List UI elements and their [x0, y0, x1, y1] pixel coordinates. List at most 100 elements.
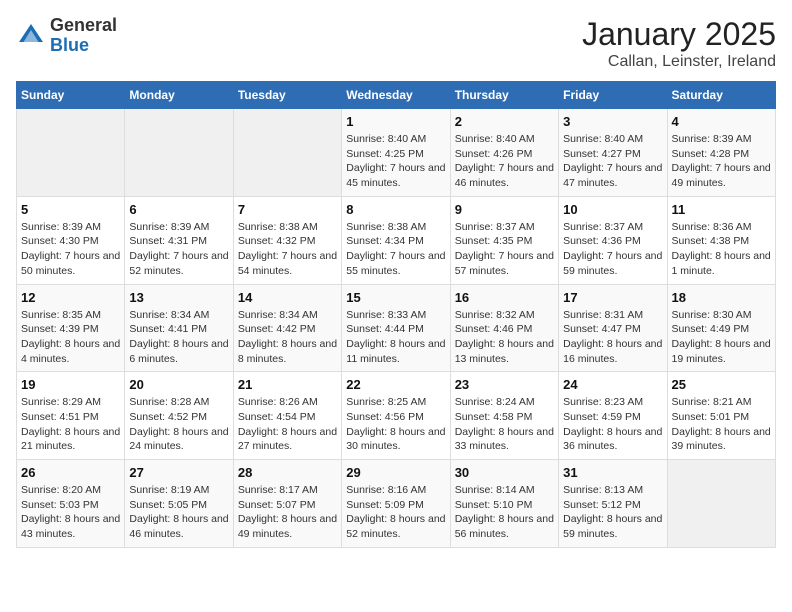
day-number: 23: [455, 377, 554, 392]
day-info: Sunrise: 8:40 AM: [346, 132, 445, 147]
day-info: Sunrise: 8:32 AM: [455, 308, 554, 323]
day-info: Sunrise: 8:40 AM: [455, 132, 554, 147]
day-info: Daylight: 8 hours and 30 minutes.: [346, 425, 445, 454]
day-info: Sunrise: 8:39 AM: [21, 220, 120, 235]
day-info: Sunrise: 8:19 AM: [129, 483, 228, 498]
day-info: Sunrise: 8:17 AM: [238, 483, 337, 498]
day-of-week-header: Wednesday: [342, 82, 450, 109]
day-info: Sunset: 5:12 PM: [563, 498, 662, 513]
day-info: Sunrise: 8:25 AM: [346, 395, 445, 410]
day-info: Daylight: 7 hours and 46 minutes.: [455, 161, 554, 190]
calendar-cell: 16Sunrise: 8:32 AMSunset: 4:46 PMDayligh…: [450, 284, 558, 372]
day-number: 29: [346, 465, 445, 480]
calendar-cell: 26Sunrise: 8:20 AMSunset: 5:03 PMDayligh…: [17, 460, 125, 548]
logo-general-text: General: [50, 15, 117, 35]
day-info: Sunset: 5:10 PM: [455, 498, 554, 513]
day-of-week-header: Saturday: [667, 82, 775, 109]
day-info: Daylight: 8 hours and 4 minutes.: [21, 337, 120, 366]
day-info: Sunrise: 8:28 AM: [129, 395, 228, 410]
day-info: Daylight: 8 hours and 27 minutes.: [238, 425, 337, 454]
day-number: 27: [129, 465, 228, 480]
day-info: Sunset: 4:42 PM: [238, 322, 337, 337]
day-info: Daylight: 7 hours and 52 minutes.: [129, 249, 228, 278]
day-info: Sunrise: 8:37 AM: [563, 220, 662, 235]
day-info: Daylight: 8 hours and 36 minutes.: [563, 425, 662, 454]
day-info: Sunset: 4:58 PM: [455, 410, 554, 425]
day-number: 5: [21, 202, 120, 217]
calendar-week-row: 26Sunrise: 8:20 AMSunset: 5:03 PMDayligh…: [17, 460, 776, 548]
day-info: Daylight: 8 hours and 8 minutes.: [238, 337, 337, 366]
day-info: Daylight: 8 hours and 43 minutes.: [21, 512, 120, 541]
day-info: Sunset: 4:44 PM: [346, 322, 445, 337]
calendar-cell: 23 Sunrise: 8:24 AMSunset: 4:58 PMDayligh…: [450, 372, 558, 460]
day-info: Daylight: 7 hours and 55 minutes.: [346, 249, 445, 278]
day-info: Sunset: 4:59 PM: [563, 410, 662, 425]
day-info: Sunset: 4:39 PM: [21, 322, 120, 337]
day-info: Daylight: 7 hours and 47 minutes.: [563, 161, 662, 190]
day-info: Sunset: 4:31 PM: [129, 234, 228, 249]
calendar-cell: 1 Sunrise: 8:40 AMSunset: 4:25 PMDaylight…: [342, 109, 450, 197]
logo: General Blue: [16, 16, 117, 56]
calendar-cell: 31Sunrise: 8:13 AMSunset: 5:12 PMDayligh…: [559, 460, 667, 548]
calendar-cell: 7Sunrise: 8:38 AMSunset: 4:32 PMDaylight…: [233, 196, 341, 284]
day-info: Daylight: 7 hours and 54 minutes.: [238, 249, 337, 278]
calendar-week-row: 5Sunrise: 8:39 AMSunset: 4:30 PMDaylight…: [17, 196, 776, 284]
calendar-cell: [233, 109, 341, 197]
calendar-cell: 29Sunrise: 8:16 AMSunset: 5:09 PMDayligh…: [342, 460, 450, 548]
calendar-cell: [667, 460, 775, 548]
day-info: Sunrise: 8:37 AM: [455, 220, 554, 235]
day-number: 19: [21, 377, 120, 392]
day-info: Sunrise: 8:24 AM: [455, 395, 554, 410]
calendar-cell: 14Sunrise: 8:34 AMSunset: 4:42 PMDayligh…: [233, 284, 341, 372]
day-number: 30: [455, 465, 554, 480]
day-number: 10: [563, 202, 662, 217]
day-number: 4: [672, 114, 771, 129]
day-number: 3: [563, 114, 662, 129]
day-info: Daylight: 7 hours and 45 minutes.: [346, 161, 445, 190]
calendar-cell: 21Sunrise: 8:26 AMSunset: 4:54 PMDayligh…: [233, 372, 341, 460]
calendar-cell: 28Sunrise: 8:17 AMSunset: 5:07 PMDayligh…: [233, 460, 341, 548]
day-number: 15: [346, 290, 445, 305]
day-info: Sunrise: 8:38 AM: [238, 220, 337, 235]
day-info: Sunset: 4:25 PM: [346, 147, 445, 162]
logo-icon: [16, 21, 46, 51]
calendar-week-row: 19Sunrise: 8:29 AMSunset: 4:51 PMDayligh…: [17, 372, 776, 460]
day-info: Sunset: 4:38 PM: [672, 234, 771, 249]
day-of-week-header: Friday: [559, 82, 667, 109]
day-info: Sunset: 4:47 PM: [563, 322, 662, 337]
day-info: Sunrise: 8:14 AM: [455, 483, 554, 498]
calendar-week-row: 1Sunrise: 8:40 AMSunset: 4:25 PMDaylight…: [17, 109, 776, 197]
day-info: Daylight: 8 hours and 19 minutes.: [672, 337, 771, 366]
day-number: 6: [129, 202, 228, 217]
day-info: Daylight: 8 hours and 13 minutes.: [455, 337, 554, 366]
day-info: Sunset: 5:05 PM: [129, 498, 228, 513]
day-number: 25: [672, 377, 771, 392]
day-info: Daylight: 8 hours and 1 minute.: [672, 249, 771, 278]
calendar-cell: 2Sunrise: 8:40 AMSunset: 4:26 PMDaylight…: [450, 109, 558, 197]
day-info: Sunset: 5:09 PM: [346, 498, 445, 513]
day-info: Sunset: 4:56 PM: [346, 410, 445, 425]
day-number: 2: [455, 114, 554, 129]
day-info: Sunset: 4:34 PM: [346, 234, 445, 249]
day-info: Sunrise: 8:35 AM: [21, 308, 120, 323]
day-info: Daylight: 7 hours and 59 minutes.: [563, 249, 662, 278]
day-info: Daylight: 8 hours and 33 minutes.: [455, 425, 554, 454]
day-of-week-header: Tuesday: [233, 82, 341, 109]
calendar-cell: [125, 109, 233, 197]
day-info: Sunset: 4:46 PM: [455, 322, 554, 337]
day-info: Daylight: 8 hours and 56 minutes.: [455, 512, 554, 541]
day-info: Sunset: 5:01 PM: [672, 410, 771, 425]
day-info: Sunset: 5:03 PM: [21, 498, 120, 513]
calendar-cell: 4Sunrise: 8:39 AMSunset: 4:28 PMDaylight…: [667, 109, 775, 197]
calendar-cell: 18Sunrise: 8:30 AMSunset: 4:49 PMDayligh…: [667, 284, 775, 372]
day-info: Sunset: 4:49 PM: [672, 322, 771, 337]
day-number: 1: [346, 114, 445, 129]
day-info: Sunset: 4:27 PM: [563, 147, 662, 162]
day-info: Sunrise: 8:26 AM: [238, 395, 337, 410]
calendar-cell: 13Sunrise: 8:34 AMSunset: 4:41 PMDayligh…: [125, 284, 233, 372]
day-number: 31: [563, 465, 662, 480]
day-info: Sunrise: 8:34 AM: [238, 308, 337, 323]
calendar-cell: 22Sunrise: 8:25 AMSunset: 4:56 PMDayligh…: [342, 372, 450, 460]
day-info: Sunrise: 8:13 AM: [563, 483, 662, 498]
day-info: Sunrise: 8:33 AM: [346, 308, 445, 323]
